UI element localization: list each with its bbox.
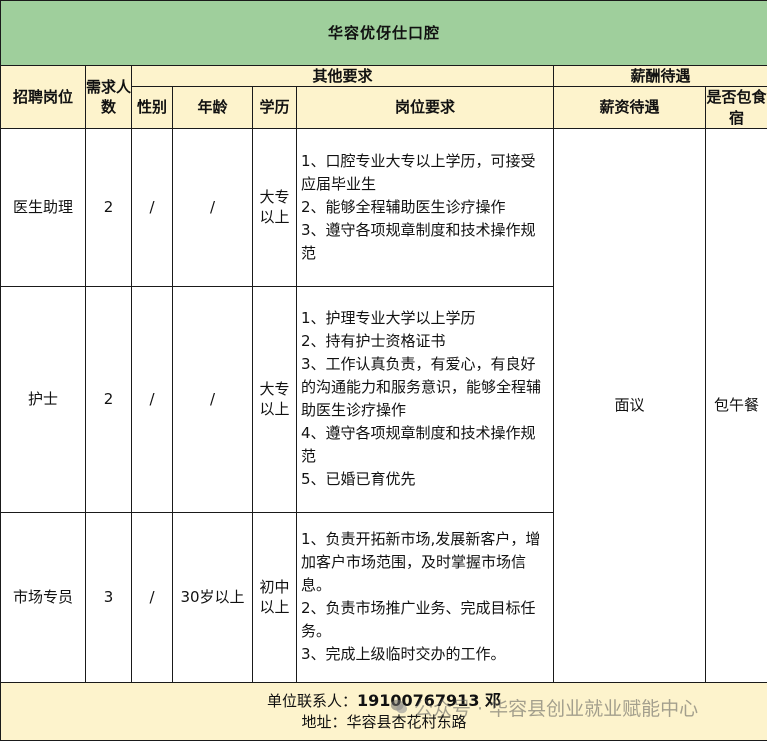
- education-cell: 初中以上: [253, 512, 297, 682]
- address-line: 地址：华容县杏花村东路: [1, 712, 767, 732]
- count-cell: 2: [86, 286, 132, 512]
- contact-line: 单位联系人：19100767913 邓: [1, 690, 767, 712]
- header-education: 学历: [253, 87, 297, 129]
- requirement-item: 1、负责开拓新市场,发展新客户，增加客户市场范围，及时掌握市场信息。: [301, 528, 549, 597]
- education-cell: 大专以上: [253, 286, 297, 512]
- contact-phone: 19100767913 邓: [357, 691, 501, 710]
- position-cell: 市场专员: [1, 512, 86, 682]
- requirement-item: 5、已婚已育优先: [301, 468, 549, 491]
- header-compensation: 薪酬待遇: [554, 66, 767, 87]
- requirements-cell: 1、口腔专业大专以上学历，可接受应届毕业生 2、能够全程辅助医生诊疗操作 3、遵…: [297, 128, 554, 286]
- gender-cell: /: [132, 512, 173, 682]
- age-cell: 30岁以上: [173, 512, 253, 682]
- requirements-cell: 1、护理专业大学以上学历 2、持有护士资格证书 3、工作认真负责，有爱心，有良好…: [297, 286, 554, 512]
- header-salary: 薪资待遇: [554, 87, 706, 129]
- header-position: 招聘岗位: [1, 66, 86, 129]
- gender-cell: /: [132, 128, 173, 286]
- count-cell: 2: [86, 128, 132, 286]
- board-cell: 包午餐: [706, 128, 767, 682]
- education-cell: 大专以上: [253, 128, 297, 286]
- age-cell: /: [173, 286, 253, 512]
- header-job-requirements: 岗位要求: [297, 87, 554, 129]
- page-title: 华容优伢仕口腔: [1, 1, 767, 66]
- requirement-item: 2、持有护士资格证书: [301, 330, 549, 353]
- header-count: 需求人数: [86, 66, 132, 129]
- requirement-item: 3、遵守各项规章制度和技术操作规范: [301, 219, 549, 265]
- age-cell: /: [173, 128, 253, 286]
- requirements-cell: 1、负责开拓新市场,发展新客户，增加客户市场范围，及时掌握市场信息。 2、负责市…: [297, 512, 554, 682]
- header-age: 年龄: [173, 87, 253, 129]
- gender-cell: /: [132, 286, 173, 512]
- salary-cell: 面议: [554, 128, 706, 682]
- contact-label: 单位联系人：: [267, 692, 357, 710]
- header-gender: 性别: [132, 87, 173, 129]
- position-cell: 医生助理: [1, 128, 86, 286]
- header-other-requirements: 其他要求: [132, 66, 554, 87]
- requirement-item: 3、完成上级临时交办的工作。: [301, 643, 549, 666]
- requirement-item: 4、遵守各项规章制度和技术操作规范: [301, 422, 549, 468]
- recruitment-sheet: 华容优伢仕口腔 招聘岗位 需求人数 其他要求 薪酬待遇 性别 年龄 学历 岗位要…: [0, 0, 767, 737]
- requirement-item: 2、能够全程辅助医生诊疗操作: [301, 196, 549, 219]
- table-row: 医生助理 2 / / 大专以上 1、口腔专业大专以上学历，可接受应届毕业生 2、…: [1, 128, 767, 286]
- requirement-item: 1、护理专业大学以上学历: [301, 307, 549, 330]
- requirement-item: 3、工作认真负责，有爱心，有良好的沟通能力和服务意识，能够全程辅助医生诊疗操作: [301, 353, 549, 422]
- count-cell: 3: [86, 512, 132, 682]
- recruitment-table: 华容优伢仕口腔 招聘岗位 需求人数 其他要求 薪酬待遇 性别 年龄 学历 岗位要…: [0, 0, 767, 741]
- header-board: 是否包食宿: [706, 87, 767, 129]
- footer-contact: 单位联系人：19100767913 邓 地址：华容县杏花村东路: [1, 682, 767, 740]
- position-cell: 护士: [1, 286, 86, 512]
- requirement-item: 1、口腔专业大专以上学历，可接受应届毕业生: [301, 150, 549, 196]
- requirement-item: 2、负责市场推广业务、完成目标任务。: [301, 597, 549, 643]
